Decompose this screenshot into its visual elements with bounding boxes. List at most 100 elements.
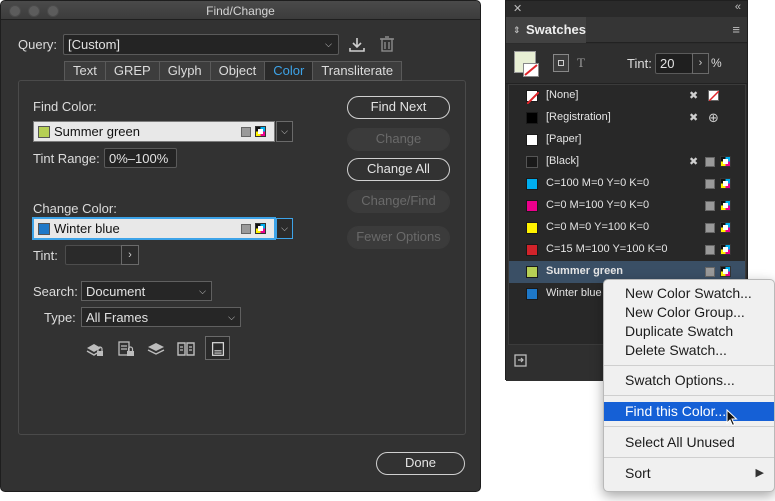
type-select[interactable]: All Frames ⌵ (81, 307, 241, 327)
window-title: Find/Change (206, 4, 275, 18)
menu-item-select-all-unused[interactable]: Select All Unused (604, 433, 774, 452)
change-color-field[interactable]: Winter blue (33, 218, 275, 239)
process-color-icon (705, 201, 715, 211)
swatch-tint-label: Tint: (627, 56, 652, 71)
swatch-controls: T Tint: 20 › % (506, 44, 747, 84)
tint-slider-button[interactable]: › (692, 53, 709, 74)
include-footnotes-toggle[interactable] (205, 336, 230, 360)
process-color-icon (705, 267, 715, 277)
tab-transliterate[interactable]: Transliterate (313, 62, 401, 80)
change-button[interactable]: Change (347, 128, 450, 151)
chevron-down-icon: ⌵ (228, 312, 235, 322)
list-item[interactable]: C=15 M=100 Y=100 K=0 (509, 239, 745, 261)
tint-range-label: Tint Range: (33, 151, 100, 166)
swatches-tab[interactable]: ⇕ Swatches (506, 17, 586, 43)
menu-item-delete-swatch[interactable]: Delete Swatch... (604, 341, 774, 360)
show-swatch-kinds-icon[interactable] (513, 353, 529, 369)
cmyk-mode-icon (720, 244, 731, 255)
non-editable-icon: ✖ (689, 156, 699, 168)
winter-blue-swatch-chip (38, 223, 50, 235)
swatch-name: Summer green (546, 265, 624, 277)
tab-grep[interactable]: GREP (106, 62, 160, 80)
list-item[interactable]: [Black] ✖ (509, 151, 745, 173)
tint-label: Tint: (33, 248, 58, 263)
save-query-icon[interactable] (347, 35, 367, 55)
include-locked-stories-icon[interactable] (116, 339, 136, 359)
change-color-dropdown[interactable]: ⌵ (276, 218, 293, 239)
swatch-tint-field[interactable]: 20 (655, 53, 693, 74)
cmyk-mode-icon (255, 126, 266, 137)
swatch-name: [None] (546, 89, 579, 101)
find-color-dropdown[interactable]: ⌵ (276, 121, 293, 142)
stroke-swatch[interactable] (523, 63, 539, 77)
chevron-down-icon: ⌵ (199, 286, 206, 296)
query-select[interactable]: [Custom] ⌵ (63, 34, 339, 55)
list-item[interactable]: C=0 M=0 Y=100 K=0 (509, 217, 745, 239)
swatch-chip (526, 266, 538, 278)
done-button[interactable]: Done (376, 452, 465, 475)
query-label: Query: (18, 37, 58, 52)
include-master-pages-icon[interactable] (176, 339, 196, 359)
change-all-button[interactable]: Change All (347, 158, 450, 181)
find-color-label: Find Color: (33, 99, 97, 114)
menu-separator (604, 426, 774, 427)
none-color-icon (708, 90, 719, 101)
non-editable-icon: ✖ (689, 112, 699, 124)
tint-stepper-button[interactable]: › (121, 245, 139, 265)
change-find-button[interactable]: Change/Find (347, 190, 450, 213)
include-hidden-layers-icon[interactable] (146, 339, 166, 359)
tab-bar: Text GREP Glyph Object Color Translitera… (64, 61, 403, 81)
swatch-name: [Paper] (546, 133, 582, 145)
list-item[interactable]: C=100 M=0 Y=0 K=0 (509, 173, 745, 195)
menu-item-find-this-color[interactable]: Find this Color... (604, 402, 774, 421)
fewer-options-button[interactable]: Fewer Options (347, 226, 450, 249)
query-value: [Custom] (68, 37, 121, 52)
tab-object[interactable]: Object (211, 62, 266, 80)
swatch-chip (526, 90, 540, 105)
menu-separator (604, 395, 774, 396)
process-color-icon (241, 127, 251, 137)
list-item[interactable]: [Registration] ✖ ⊕ (509, 107, 745, 129)
swatch-chip (526, 222, 538, 234)
menu-item-sort[interactable]: Sort ▶ (604, 464, 774, 483)
summer-green-swatch-chip (38, 126, 50, 138)
list-item[interactable]: [None] ✖ (509, 85, 745, 107)
process-color-icon (705, 179, 715, 189)
menu-item-swatch-options[interactable]: Swatch Options... (604, 371, 774, 390)
tab-color[interactable]: Color (265, 62, 314, 80)
cmyk-mode-icon (255, 223, 266, 234)
cmyk-mode-icon (720, 266, 731, 277)
formatting-container-button[interactable] (553, 54, 569, 72)
menu-item-duplicate-swatch[interactable]: Duplicate Swatch (604, 322, 774, 341)
include-locked-layers-icon[interactable] (85, 339, 105, 359)
swatch-name: C=100 M=0 Y=0 K=0 (546, 177, 650, 189)
swatch-name: C=0 M=100 Y=0 K=0 (546, 199, 650, 211)
trash-icon[interactable] (377, 34, 397, 54)
panel-header[interactable]: ✕ « (506, 1, 747, 17)
none-stroke-icon (524, 64, 538, 76)
process-color-icon (705, 157, 715, 167)
process-color-icon (705, 223, 715, 233)
formatting-text-icon[interactable]: T (577, 55, 585, 71)
swatch-name: [Black] (546, 155, 580, 167)
submenu-arrow-icon: ▶ (755, 467, 764, 479)
find-next-button[interactable]: Find Next (347, 96, 450, 119)
container-icon (558, 60, 564, 66)
tab-text[interactable]: Text (65, 62, 106, 80)
panel-menu-icon[interactable]: ≡ (732, 22, 740, 37)
find-color-field[interactable]: Summer green (33, 121, 275, 142)
title-bar[interactable]: Find/Change (1, 1, 480, 20)
list-item[interactable]: [Paper] (509, 129, 745, 151)
collapse-panel-icon[interactable]: « (735, 1, 741, 13)
tint-range-field[interactable]: 0%–100% (104, 148, 177, 168)
list-item[interactable]: C=0 M=100 Y=0 K=0 (509, 195, 745, 217)
swatch-chip (526, 244, 538, 256)
menu-item-new-color-group[interactable]: New Color Group... (604, 303, 774, 322)
close-panel-icon[interactable]: ✕ (513, 2, 522, 15)
tint-field[interactable] (65, 245, 122, 265)
menu-separator (604, 365, 774, 366)
tab-glyph[interactable]: Glyph (160, 62, 211, 80)
menu-item-new-color-swatch[interactable]: New Color Swatch... (604, 284, 774, 303)
search-select[interactable]: Document ⌵ (81, 281, 212, 301)
cmyk-mode-icon (720, 178, 731, 189)
